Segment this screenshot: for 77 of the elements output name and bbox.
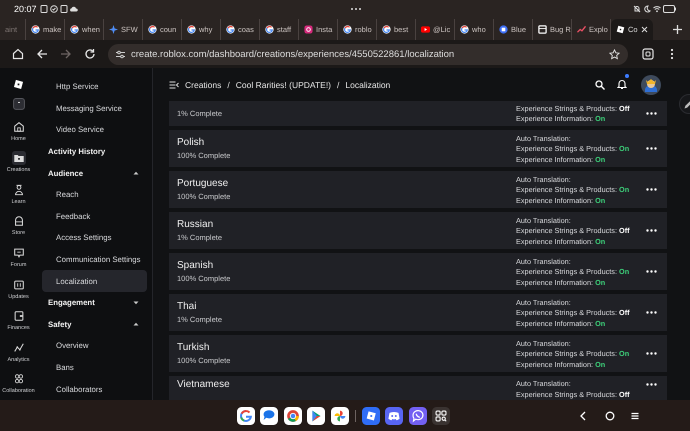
home-icon	[12, 120, 24, 133]
ring-icon	[148, 25, 157, 34]
tab-count-icon[interactable]	[642, 48, 654, 60]
mute-icon	[633, 4, 641, 12]
pinwheel-icon[interactable]	[330, 406, 349, 424]
address-bar[interactable]: create.roblox.com/dashboard/creations/experiences/4550522861/localization	[108, 44, 628, 64]
check-circle-icon	[50, 4, 58, 12]
square-icon[interactable]	[12, 98, 24, 110]
sliders-icon[interactable]	[116, 50, 125, 58]
home-circle-icon[interactable]	[605, 410, 615, 420]
ring-icon	[31, 25, 40, 34]
ring-icon	[382, 25, 391, 34]
camera-icon	[304, 25, 313, 34]
clock-time: 20:07	[14, 4, 37, 14]
chat-icon	[12, 247, 24, 260]
moon-icon	[643, 4, 651, 12]
breadcrumb-separator: /	[227, 80, 230, 90]
bell-icon[interactable]	[617, 78, 627, 88]
line-chart-icon	[12, 342, 24, 354]
home-icon[interactable]	[12, 48, 24, 60]
language-name: Russian	[177, 219, 214, 230]
ring-icon	[70, 25, 79, 34]
nav-button[interactable]	[12, 309, 26, 324]
collapse-icon[interactable]	[169, 80, 179, 90]
nav-button[interactable]	[12, 151, 26, 166]
panel-icon	[12, 278, 24, 291]
video-icon	[421, 25, 430, 34]
caret-icon[interactable]	[133, 171, 139, 176]
folder-icon	[12, 152, 24, 164]
language-name: Thai	[177, 301, 198, 312]
language-name: Spanish	[177, 260, 214, 271]
dots-icon	[350, 6, 362, 10]
breadcrumb-link[interactable]: Creations	[185, 80, 222, 90]
chat-bubble-icon[interactable]	[260, 406, 278, 424]
people-icon	[12, 373, 24, 386]
app-grid-icon[interactable]	[432, 406, 450, 424]
close-icon[interactable]	[641, 26, 648, 33]
language-name: Polish	[177, 137, 206, 148]
wallet-icon	[12, 310, 24, 322]
avatar[interactable]	[641, 74, 661, 94]
line-chart-icon	[577, 25, 586, 34]
star-icon[interactable]	[609, 48, 620, 60]
recents-icon[interactable]	[630, 410, 640, 420]
breadcrumb-link[interactable]: Cool Rarities! (UPDATE!)	[236, 80, 332, 90]
game-controller-icon[interactable]	[385, 406, 404, 424]
ring-icon	[460, 25, 469, 34]
back-icon[interactable]	[578, 410, 588, 420]
nav-button[interactable]	[12, 120, 26, 134]
language-name: Portuguese	[177, 178, 230, 189]
reload-icon[interactable]	[84, 48, 96, 60]
person-icon	[12, 184, 24, 196]
caret-icon[interactable]	[133, 322, 139, 326]
battery-icon	[663, 4, 676, 12]
sparkle-icon	[109, 25, 118, 34]
forward-arrow-icon[interactable]	[60, 48, 72, 60]
language-name: Vietnamese	[177, 379, 231, 390]
window-icon	[538, 25, 547, 34]
search-icon[interactable]	[595, 80, 605, 90]
nav-button[interactable]	[12, 278, 26, 292]
ring-icon	[187, 25, 196, 34]
wifi-icon	[653, 4, 661, 12]
breadcrumb-separator: /	[337, 80, 340, 90]
browser-icon[interactable]	[284, 406, 302, 424]
phone-bubble-icon[interactable]	[408, 406, 427, 424]
multicolor-ring-icon[interactable]	[237, 406, 255, 424]
language-name: Turkish	[177, 342, 210, 353]
caret-icon[interactable]	[133, 300, 139, 305]
cloud-icon	[70, 4, 78, 12]
circle-icon	[499, 25, 508, 34]
ring-icon	[226, 25, 235, 34]
ring-icon	[343, 25, 352, 34]
breadcrumb-link[interactable]: Localization	[345, 80, 390, 90]
back-arrow-icon[interactable]	[36, 48, 48, 60]
ring-icon	[265, 25, 274, 34]
tilted-square-icon[interactable]	[362, 406, 380, 424]
new-tab-icon[interactable]	[673, 25, 682, 34]
nav-button[interactable]	[12, 246, 26, 260]
